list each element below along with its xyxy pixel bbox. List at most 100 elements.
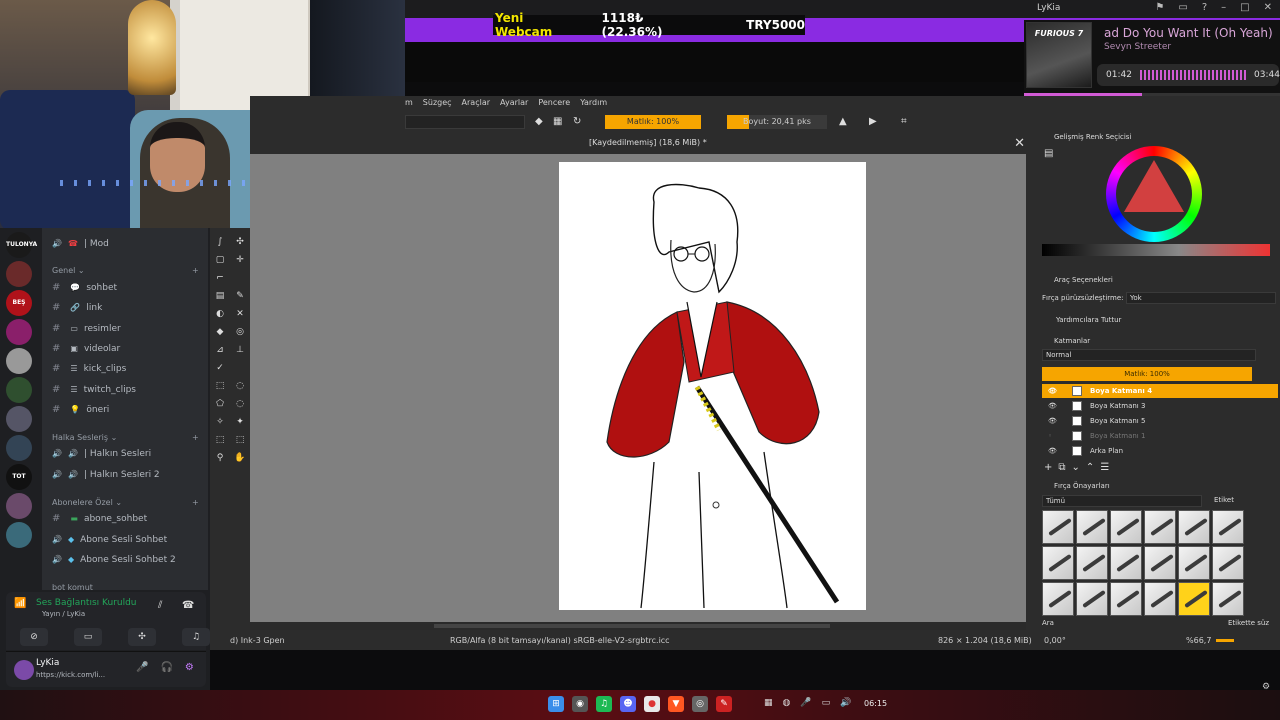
visibility-icon[interactable]: 👁 xyxy=(1048,399,1057,413)
brush-preset[interactable] xyxy=(1042,546,1074,580)
opacity-slider[interactable]: Matlık: 100% xyxy=(605,115,701,129)
smoothing-select[interactable]: Yok xyxy=(1126,292,1276,304)
category-general[interactable]: Genel ⌄ + xyxy=(52,266,199,275)
layer-row[interactable]: 👁 Boya Katmanı 4 xyxy=(1042,384,1278,398)
voice-channel[interactable]: 🔊 ◆ Abone Sesli Sohbet 2 xyxy=(52,552,176,568)
minimize-icon[interactable]: – xyxy=(1221,2,1226,13)
tag-button[interactable]: Etiket xyxy=(1214,496,1234,504)
brush-preset[interactable] xyxy=(1076,510,1108,544)
similar-select-icon[interactable]: ✦ xyxy=(232,414,248,430)
voice-channel[interactable]: 🔊 ◆ Abone Sesli Sohbet xyxy=(52,532,167,548)
multibrush-icon[interactable]: ◐ xyxy=(212,306,228,322)
scrollbar-thumb[interactable] xyxy=(434,624,830,628)
apps-icon[interactable]: ▦ xyxy=(764,698,773,708)
clock[interactable]: 06:15 xyxy=(864,699,887,708)
brush-preset[interactable] xyxy=(1144,546,1176,580)
visibility-icon[interactable]: ◦ xyxy=(1048,429,1052,443)
layer-row[interactable]: 👁 Boya Katmanı 3 xyxy=(1042,399,1278,413)
camera-off-button[interactable]: ⊘ xyxy=(20,628,48,646)
contiguous-select-icon[interactable]: ✧ xyxy=(212,414,228,430)
blend-mode-select[interactable]: Normal xyxy=(1042,349,1256,361)
visibility-icon[interactable]: 👁 xyxy=(1048,414,1057,428)
brush-preset-dropdown[interactable] xyxy=(405,115,525,129)
channel-oneri[interactable]: # 💡 öneri xyxy=(52,402,109,418)
color-wheel[interactable] xyxy=(1106,146,1202,242)
server-icon[interactable] xyxy=(6,377,32,403)
spotify-icon[interactable]: ♫ xyxy=(596,696,612,712)
preset-filter-select[interactable]: Tümü xyxy=(1042,495,1202,507)
channel-sohbet[interactable]: # 💬 sohbet xyxy=(52,280,117,296)
obs-icon[interactable]: ◎ xyxy=(692,696,708,712)
pin-icon[interactable]: ⚑ xyxy=(1155,2,1164,13)
dynamic-brush-icon[interactable]: ✣ xyxy=(232,234,248,250)
krita-icon[interactable]: ✎ xyxy=(716,696,732,712)
category-subscribers[interactable]: Abonelere Özel ⌄ + xyxy=(52,498,199,507)
disconnect-icon[interactable]: ☎ xyxy=(182,600,194,611)
brush-preset[interactable] xyxy=(1212,546,1244,580)
menu-item-tools[interactable]: Araçlar xyxy=(462,98,490,112)
alpha-lock-icon[interactable]: ▦ xyxy=(553,116,562,127)
magnetic-select-icon[interactable]: ⬚ xyxy=(232,432,248,448)
canvas-area[interactable] xyxy=(250,154,1026,622)
color-settings-icon[interactable]: ▤ xyxy=(1044,148,1053,159)
steam-icon[interactable]: ◉ xyxy=(572,696,588,712)
bezier-select-icon[interactable]: ⬚ xyxy=(212,432,228,448)
mirror-vertical-icon[interactable]: ▶ xyxy=(869,116,877,127)
category-halka[interactable]: Halka Sesleriş ⌄ + xyxy=(52,433,199,442)
server-icon[interactable] xyxy=(6,493,32,519)
server-icon[interactable] xyxy=(6,348,32,374)
move-down-icon[interactable]: ⌄ xyxy=(1072,462,1080,473)
smart-patch-icon[interactable]: ✕ xyxy=(232,306,248,322)
channel-kick-clips[interactable]: # ☰ kick_clips xyxy=(52,361,126,377)
add-layer-icon[interactable]: + xyxy=(1044,462,1052,473)
close-document-icon[interactable]: ✕ xyxy=(1014,136,1025,151)
menu-item-filter[interactable]: Süzgeç xyxy=(423,98,452,112)
brush-preset[interactable] xyxy=(1110,582,1142,616)
brush-preset[interactable] xyxy=(1110,546,1142,580)
help-icon[interactable]: ? xyxy=(1202,2,1207,13)
layer-opacity-slider[interactable]: Matlık: 100% xyxy=(1042,367,1252,381)
close-icon[interactable]: ✕ xyxy=(1264,2,1272,13)
server-icon[interactable] xyxy=(6,435,32,461)
category-bot[interactable]: bot komut xyxy=(52,583,93,592)
server-icon[interactable] xyxy=(6,319,32,345)
server-icon[interactable] xyxy=(6,522,32,548)
mic-tray-icon[interactable]: 🎤 xyxy=(800,698,811,708)
brush-preset[interactable] xyxy=(1178,546,1210,580)
brush-preset[interactable] xyxy=(1212,510,1244,544)
voice-channel[interactable]: 🔊 🔊 | Halkın Sesleri xyxy=(52,446,151,462)
move-icon[interactable]: ✛ xyxy=(232,252,248,268)
menu-item-settings[interactable]: Ayarlar xyxy=(500,98,528,112)
status-zoom[interactable]: %66,7 xyxy=(1186,636,1211,645)
brush-preset[interactable] xyxy=(1042,582,1074,616)
display-tray-icon[interactable]: ▭ xyxy=(822,698,831,708)
visibility-icon[interactable]: 👁 xyxy=(1048,444,1057,458)
brush-preset[interactable] xyxy=(1144,510,1176,544)
layer-row[interactable]: ◦ Boya Katmanı 1 xyxy=(1042,429,1278,443)
fill-icon[interactable]: ◆ xyxy=(212,324,228,340)
rect-select-icon[interactable]: ⬚ xyxy=(212,378,228,394)
brave-icon[interactable]: ▼ xyxy=(668,696,684,712)
settings-icon[interactable]: ⚙ xyxy=(1262,682,1270,692)
document-tab[interactable]: [Kaydedilmemiş] (18,6 MiB) * ✕ xyxy=(405,134,1027,154)
server-icon[interactable]: BEŞ xyxy=(6,290,32,316)
microphone-icon[interactable]: 🎤 xyxy=(136,662,148,673)
noise-suppression-icon[interactable]: ⫽ xyxy=(158,600,162,611)
server-icon[interactable] xyxy=(6,406,32,432)
volume-icon[interactable]: 🔊 xyxy=(840,698,851,708)
pin-tool-icon[interactable]: ✓ xyxy=(212,360,228,376)
reload-icon[interactable]: ↻ xyxy=(573,116,581,127)
assistant-icon[interactable]: ◎ xyxy=(232,324,248,340)
brush-preset[interactable] xyxy=(1076,546,1108,580)
brush-preset[interactable] xyxy=(1110,510,1142,544)
avatar[interactable] xyxy=(14,660,34,680)
brush-preset[interactable] xyxy=(1076,582,1108,616)
brush-size-slider[interactable]: Boyut: 20,41 pks xyxy=(727,115,827,129)
eraser-icon[interactable]: ◆ xyxy=(535,116,543,127)
channel-resimler[interactable]: # ▭ resimler xyxy=(52,321,121,337)
activities-button[interactable]: ✣ xyxy=(128,628,156,646)
reference-icon[interactable]: ⊥ xyxy=(232,342,248,358)
layer-row[interactable]: 👁 Boya Katmanı 5 xyxy=(1042,414,1278,428)
channel-abone-sohbet[interactable]: # ▬ abone_sohbet xyxy=(52,511,147,527)
brush-preset[interactable] xyxy=(1178,510,1210,544)
